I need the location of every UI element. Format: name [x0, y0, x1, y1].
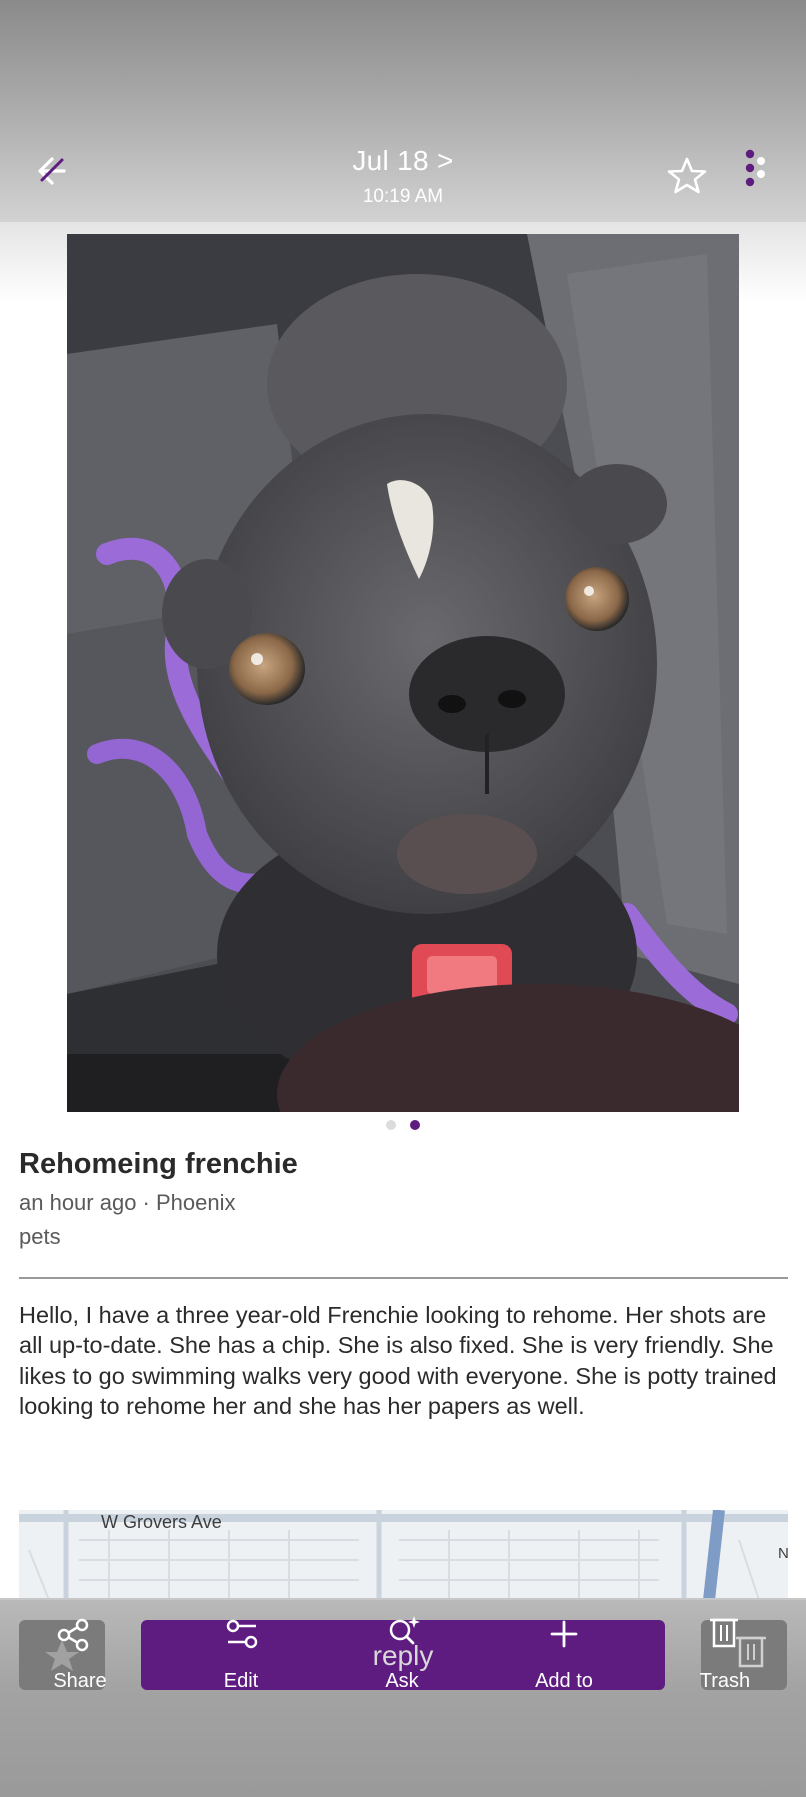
carousel-indicator[interactable]: [380, 1119, 430, 1131]
post-meta: an hour ago · Phoenix: [19, 1190, 236, 1215]
post-category[interactable]: pets: [19, 1224, 61, 1250]
share-label: Share: [53, 1670, 107, 1692]
trash-icon: [710, 1618, 766, 1668]
location-map[interactable]: W Grovers Ave N: [19, 1510, 788, 1600]
post-description: Hello, I have a three year-old Frenchie …: [19, 1302, 777, 1419]
add-to-label: Add to: [535, 1670, 593, 1692]
post-title: Rehomeing frenchie: [19, 1148, 298, 1180]
map-street-label: W Grovers Ave: [101, 1512, 222, 1532]
trash-label: Trash: [699, 1670, 751, 1692]
reply-overlay-text: reply: [372, 1640, 434, 1671]
share-icon: [45, 1618, 89, 1671]
more-options-button[interactable]: [740, 148, 770, 192]
listing-photo[interactable]: [67, 234, 739, 1112]
carousel-dot-2[interactable]: [410, 1120, 420, 1130]
star-outline-icon: [667, 157, 707, 194]
plus-icon: [550, 1620, 578, 1648]
dog-photo-illustration: [67, 234, 739, 1112]
more-vert-icon: [745, 149, 765, 187]
edit-sliders-icon: [226, 1619, 258, 1649]
ask-label: Ask: [385, 1670, 419, 1692]
carousel-dot-1[interactable]: [386, 1120, 396, 1130]
map-edge-label: N: [778, 1545, 788, 1562]
divider: [19, 1277, 788, 1279]
edit-label: Edit: [223, 1670, 259, 1692]
favorite-button[interactable]: [666, 155, 708, 197]
